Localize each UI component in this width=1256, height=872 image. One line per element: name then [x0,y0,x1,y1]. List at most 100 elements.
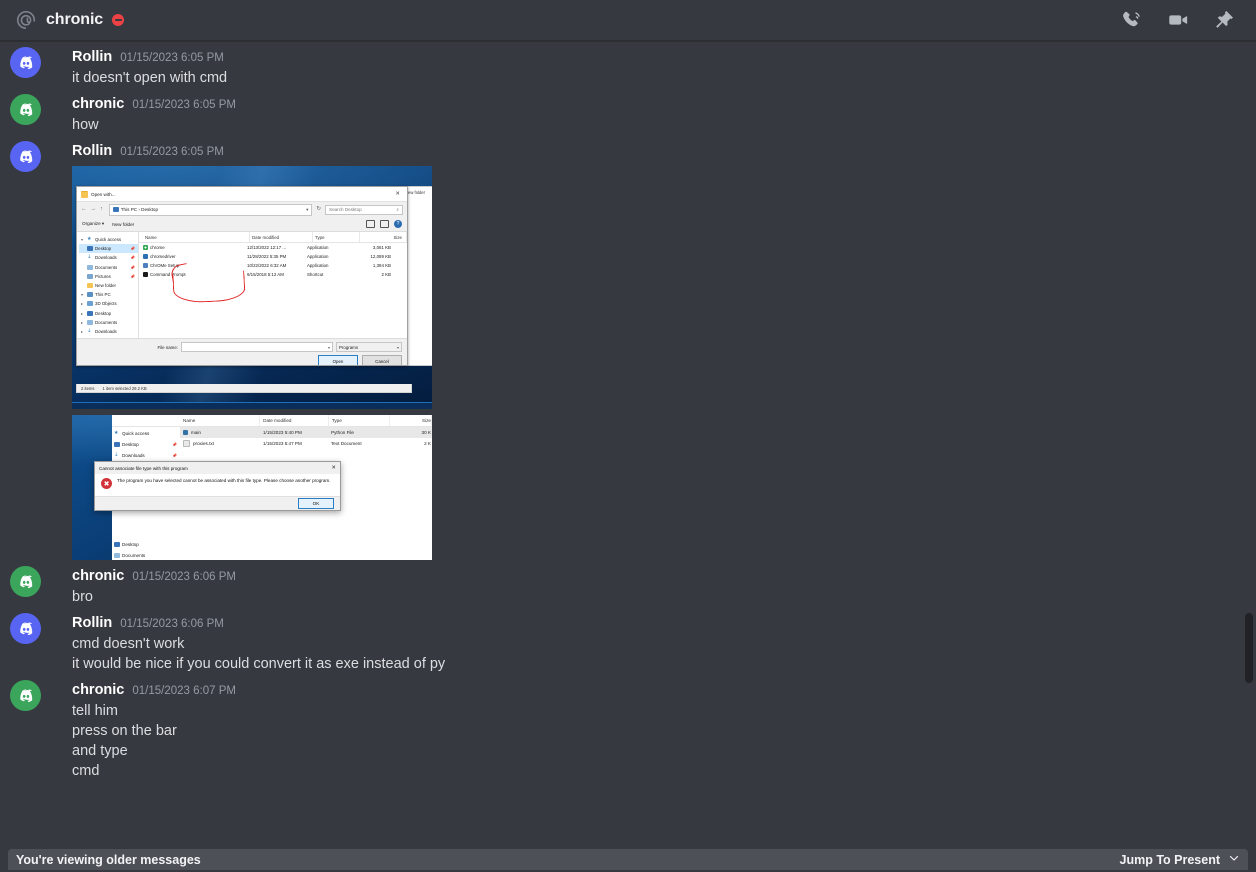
file-size: 3,061 KB [372,245,391,250]
file-row[interactable]: proxies.txt 1/15/2023 5:47 PM Text Docum… [180,438,432,449]
avatar[interactable] [10,680,41,711]
message-group: chronic 01/15/2023 6:06 PM bro [0,560,1256,607]
message-author[interactable]: chronic [72,682,124,699]
message-author[interactable]: chronic [72,96,124,113]
preview-pane-icon[interactable] [380,220,389,228]
message-header: Rollin 01/15/2023 6:05 PM [72,143,1240,161]
sidebar-item-downloads[interactable]: ⇣ Downloads 📌 [112,450,180,461]
back-icon[interactable]: ← [81,206,87,213]
organize-button[interactable]: Organize ▾ [82,221,104,227]
file-row[interactable]: ChrOMe Setup 10/22/2022 6:32 AM Applicat… [139,261,407,270]
column-header-type[interactable]: Type [329,415,390,426]
column-header-size[interactable]: Size [360,232,407,242]
message-list[interactable]: Rollin 01/15/2023 6:05 PM it doesn't ope… [0,41,1256,872]
video-camera-icon[interactable] [1166,8,1190,32]
phone-call-icon[interactable] [1120,8,1144,32]
file-row-command-prompt[interactable]: Command Prompt 9/15/2018 5:12 AM Shortcu… [139,270,407,279]
close-icon[interactable]: ✕ [395,191,403,197]
chevron-right-icon[interactable]: ▸ [81,301,85,306]
sidebar-item-desktop[interactable]: Desktop 📌 [112,439,180,450]
file-name-input[interactable]: ▾ [181,342,333,352]
python-file-icon [183,430,188,435]
sidebar-item-this-pc[interactable]: ▾ This PC [79,290,138,299]
file-name: proxies.txt [193,441,214,446]
sidebar-item-documents[interactable]: Documents 📌 [79,263,138,272]
error-icon: ✖ [101,478,112,489]
forward-icon[interactable]: → [91,206,97,213]
dialog-toolbar: Organize ▾ New folder ? [77,217,407,232]
sidebar-item-documents-pc[interactable]: ▸ Documents [79,318,138,327]
navigation-bar: ← → ↑ This PC › Desktop ▾ ↻ Search Deskt… [77,202,407,217]
chevron-down-icon[interactable]: ▾ [81,237,85,242]
column-header-type[interactable]: Type [313,232,360,242]
file-list[interactable]: main 1/15/2023 5:40 PM Python File 30 K … [180,427,432,449]
avatar[interactable] [10,47,41,78]
sidebar-item-desktop-pc[interactable]: ▸ Desktop [79,309,138,318]
new-folder-button[interactable]: New folder [112,222,134,227]
sidebar-item-desktop[interactable]: Desktop 📌 [79,244,138,254]
breadcrumb[interactable]: This PC › Desktop ▾ [108,203,313,216]
chevron-right-icon[interactable]: ▸ [81,329,85,334]
jump-to-present-button[interactable]: Jump To Present [1120,852,1240,867]
file-row[interactable]: chrome 12/13/2022 12:17 ... Application … [139,243,407,252]
sidebar-item-pictures[interactable]: Pictures 📌 [79,272,138,281]
avatar[interactable] [10,141,41,172]
explorer-sidebar[interactable]: ▾ ★ Quick access Desktop 📌 ⇣ Downloads 📌… [77,232,139,338]
message-author[interactable]: Rollin [72,143,112,160]
scrollbar[interactable] [1240,41,1256,872]
chevron-right-icon[interactable]: ▸ [81,320,85,325]
refresh-icon[interactable]: ↻ [316,206,321,213]
attachment-file-association-error[interactable]: Name Date modified Type Size ★ Quick acc… [72,415,432,560]
search-input[interactable]: Search Desktop ⌕ [325,204,403,215]
message-author[interactable]: Rollin [72,49,112,66]
avatar[interactable] [10,94,41,125]
sidebar-item-quick-access[interactable]: ★ Quick access [112,428,180,439]
file-type: Application [307,263,329,268]
sidebar-item-3d-objects[interactable]: ▸ 3D Objects [79,299,138,308]
column-header-date[interactable]: Date modified [250,232,313,242]
sidebar-item-new-folder[interactable]: New folder [79,281,138,290]
chevron-down-icon[interactable]: ▾ [328,345,332,350]
up-icon[interactable]: ↑ [100,206,103,213]
sidebar-item-downloads-pc[interactable]: ▸ ⇣ Downloads [79,327,138,336]
sidebar-item-quick-access[interactable]: ▾ ★ Quick access [79,235,138,244]
sidebar-item-downloads[interactable]: ⇣ Downloads 📌 [79,253,138,262]
close-icon[interactable]: ✕ [331,465,336,471]
pictures-icon [87,273,93,279]
attachment-open-with-dialog[interactable]: New folder Open with... ✕ ← → ↑ This PC … [72,166,432,409]
message-author[interactable]: chronic [72,568,124,585]
file-row[interactable]: main 1/15/2023 5:40 PM Python File 30 K [180,427,432,438]
jump-to-present-label: Jump To Present [1119,852,1220,867]
pin-icon: 📌 [130,273,135,279]
sidebar-item-desktop-pc[interactable]: Desktop [112,539,180,550]
sidebar-item-label: Documents [122,553,146,558]
chevron-right-icon[interactable]: ▸ [81,311,85,316]
avatar[interactable] [10,613,41,644]
cancel-button[interactable]: Cancel [362,355,402,365]
message-group: Rollin 01/15/2023 6:05 PM it doesn't ope… [0,41,1256,88]
column-header-name[interactable]: Name [143,232,250,242]
file-size: 30 K [421,430,431,435]
sidebar-item-label: Desktop [122,442,139,447]
open-button[interactable]: Open [318,355,358,365]
file-row[interactable]: chromedriver 11/28/2022 5:35 PM Applicat… [139,252,407,261]
file-type-value: Programs [339,344,359,350]
avatar[interactable] [10,566,41,597]
column-header-date[interactable]: Date modified [260,415,329,426]
message-author[interactable]: Rollin [72,615,112,632]
help-icon[interactable]: ? [394,220,402,228]
file-type-select[interactable]: Programs ▾ [336,342,402,352]
chevron-down-icon[interactable]: ▾ [306,207,308,213]
ok-button[interactable]: OK [298,498,334,509]
column-header-name[interactable]: Name [180,415,261,426]
pin-icon[interactable] [1212,8,1236,32]
file-date: 1/15/2023 5:40 PM [263,430,302,435]
view-layout-icon[interactable] [366,220,375,228]
chevron-down-icon[interactable]: ▾ [397,345,401,350]
scrollbar-thumb[interactable] [1245,613,1253,683]
file-list[interactable]: Name Date modified Type Size chrome 12/1… [139,232,407,338]
column-header-size[interactable]: Size [390,415,432,426]
chevron-down-icon[interactable]: ▾ [81,292,85,297]
sidebar-item-documents-pc[interactable]: Documents [112,550,180,560]
chrome-icon [143,245,148,250]
